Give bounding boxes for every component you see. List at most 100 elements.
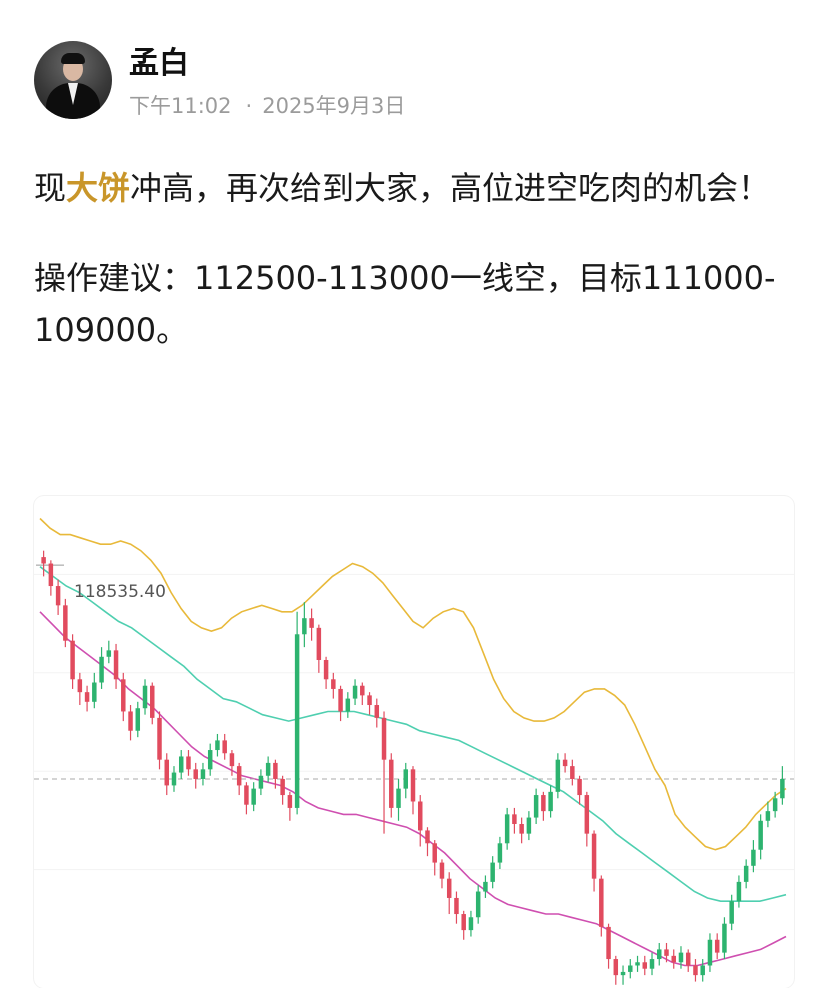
candle-up: [142, 685, 148, 709]
candle-up: [649, 959, 655, 969]
candle-up: [765, 811, 771, 821]
candle-down: [374, 705, 380, 718]
candle-up: [657, 949, 662, 960]
avatar-hair: [61, 53, 85, 64]
candle-up: [92, 682, 97, 702]
candle-down: [338, 688, 343, 712]
candle-down: [360, 685, 365, 696]
candle-up: [743, 865, 749, 882]
candle-up: [302, 618, 307, 635]
candle-down: [164, 759, 169, 786]
candle-down: [577, 778, 582, 796]
author-name[interactable]: 孟白: [129, 46, 189, 82]
candle-up: [700, 965, 705, 976]
candle-up: [729, 901, 734, 924]
candle-down: [157, 717, 162, 760]
candle-down: [671, 955, 676, 963]
candle-down: [693, 965, 698, 976]
candle-down: [229, 753, 235, 767]
post-line-1-text: 冲高，再次给到大家，高位进空吃肉的机会！: [130, 169, 771, 207]
candle-down: [48, 563, 54, 587]
candle-up: [504, 814, 510, 844]
candle-down: [70, 640, 75, 680]
candle-down: [417, 801, 423, 831]
candle-up: [352, 685, 358, 699]
candle-up: [497, 843, 503, 863]
candle-down: [519, 824, 524, 834]
candle-up: [200, 769, 206, 779]
candle-up: [475, 891, 481, 918]
candle-down: [410, 769, 416, 802]
candle-down: [367, 695, 372, 706]
candle-up: [251, 788, 256, 805]
candle-down: [461, 914, 466, 931]
candlestick-chart: [34, 517, 794, 985]
candle-down: [244, 785, 249, 805]
candle-down: [273, 762, 278, 779]
candle-down: [714, 939, 720, 953]
candle-up: [635, 962, 640, 966]
post-line-2: 操作建议：112500-113000一线空，目标111000-109000。: [34, 259, 776, 349]
candle-up: [207, 750, 213, 770]
candle-down: [186, 756, 191, 770]
candle-down: [236, 766, 242, 786]
candle-down: [446, 878, 452, 898]
middle-band-line: [39, 566, 787, 903]
candle-down: [150, 685, 155, 718]
candle-up: [533, 795, 539, 818]
candle-up: [171, 772, 177, 786]
candle-down: [287, 795, 293, 808]
candle-up: [758, 820, 763, 850]
candle-down: [121, 679, 126, 712]
post-header: 孟白 下午11:02 · 2025年9月3日: [0, 0, 828, 140]
candle-down: [432, 843, 437, 863]
candle-down: [77, 679, 83, 693]
candle-down: [316, 627, 322, 660]
candle-up: [468, 917, 474, 931]
candle-down: [512, 814, 517, 824]
candle-down: [280, 778, 285, 796]
candle-down: [55, 586, 61, 606]
candle-down: [41, 557, 46, 564]
chart-image[interactable]: 118535.40: [34, 496, 794, 988]
candle-up: [722, 923, 727, 953]
candle-down: [128, 711, 133, 731]
candle-up: [707, 939, 713, 966]
candle-down: [613, 959, 619, 976]
user-avatar-icon[interactable]: [34, 41, 112, 119]
candle-up: [678, 952, 684, 963]
candle-down: [570, 766, 575, 779]
candle-down: [562, 759, 568, 767]
candle-up: [135, 708, 141, 731]
candle-up: [345, 698, 351, 712]
candle-up: [265, 762, 271, 776]
post-line-1-prefix: 现: [34, 169, 67, 207]
candle-up: [526, 817, 532, 834]
candle-up: [555, 759, 561, 792]
candle-up: [620, 971, 626, 976]
candle-down: [381, 717, 387, 760]
candle-up: [258, 775, 264, 789]
candle-up: [294, 634, 300, 808]
candle-down: [331, 679, 336, 689]
post-line-1: 现大饼冲高，再次给到大家，高位进空吃肉的机会！: [34, 162, 804, 214]
candle-up: [178, 756, 184, 773]
candle-down: [113, 650, 119, 680]
candle-down: [222, 740, 227, 754]
meta-separator: ·: [245, 94, 253, 118]
candle-down: [541, 795, 546, 812]
candle-down: [591, 833, 597, 879]
post-time: 下午11:02: [129, 94, 232, 118]
candle-up: [99, 656, 104, 683]
candle-down: [309, 618, 314, 628]
candle-down: [584, 795, 590, 834]
price-label: 118535.40: [74, 582, 166, 602]
post-date: 2025年9月3日: [262, 94, 406, 118]
candle-up: [751, 849, 756, 866]
candle-up: [736, 881, 742, 902]
candle-down: [606, 926, 611, 960]
hashtag-highlight[interactable]: 大饼: [66, 169, 130, 207]
candle-down: [63, 605, 68, 641]
candle-down: [642, 962, 648, 969]
